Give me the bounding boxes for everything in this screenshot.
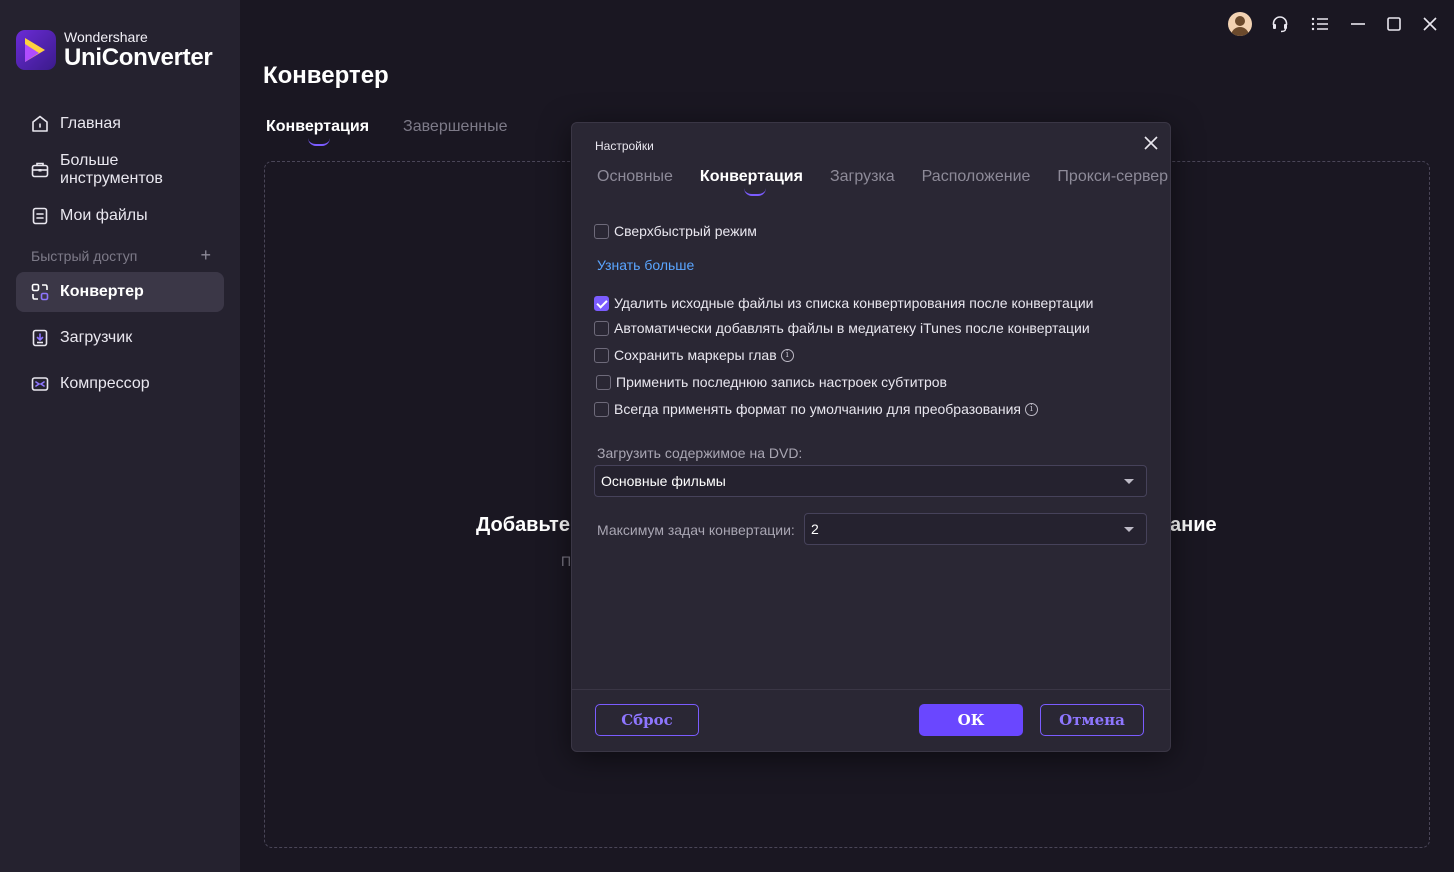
dvd-content-value: Основные фильмы (601, 473, 726, 489)
apply-subtitles-checkbox[interactable] (596, 374, 611, 390)
settings-dialog: Настройки Основные Конвертация Загрузка … (571, 122, 1171, 752)
quick-access-label: Быстрый доступ (31, 248, 138, 264)
max-tasks-select[interactable]: 2 (804, 513, 1147, 545)
sidebar: Wondershare UniConverter Главная Больше … (0, 0, 240, 872)
drop-title-right: ание (1170, 514, 1217, 536)
tab-converting[interactable]: Конвертация (266, 118, 369, 146)
sidebar-item-downloader[interactable]: Загрузчик (16, 318, 224, 358)
user-avatar[interactable] (1228, 12, 1252, 36)
sidebar-item-my-files[interactable]: Мои файлы (16, 196, 224, 236)
delete-sources-option[interactable]: Удалить исходные файлы из списка конверт… (594, 295, 1094, 311)
sidebar-item-label: Главная (60, 115, 121, 132)
uniconverter-logo-icon (16, 30, 56, 70)
main-tabs: Конвертация Завершенные (266, 118, 508, 146)
downloader-icon (30, 328, 50, 348)
tab-proxy[interactable]: Прокси-сервер (1057, 168, 1168, 186)
default-format-option[interactable]: Всегда применять формат по умолчанию для… (594, 401, 1038, 417)
dvd-label: Загрузить содержимое на DVD: (597, 445, 803, 461)
quick-access-header: Быстрый доступ + (31, 246, 211, 264)
converter-icon (30, 282, 50, 302)
info-icon[interactable]: i (780, 348, 794, 362)
home-icon (30, 114, 50, 134)
ultrafast-checkbox[interactable] (594, 223, 609, 239)
default-format-label: Всегда применять формат по умолчанию для… (614, 401, 1021, 417)
tab-general[interactable]: Основные (597, 168, 673, 186)
add-quick-access-icon[interactable]: + (200, 246, 211, 264)
sidebar-item-label: Мои файлы (60, 207, 148, 224)
ultrafast-option[interactable]: Сверхбыстрый режим (594, 223, 757, 239)
menu-list-icon[interactable] (1309, 12, 1331, 36)
sidebar-item-label: Загрузчик (60, 329, 133, 346)
delete-sources-label: Удалить исходные файлы из списка конверт… (614, 295, 1094, 311)
info-icon[interactable]: i (1024, 402, 1038, 416)
chevron-down-icon (1124, 479, 1134, 484)
reset-button[interactable]: Сброс (595, 704, 699, 736)
learn-more-link[interactable]: Узнать больше (597, 257, 694, 273)
max-tasks-value: 2 (811, 521, 819, 537)
apply-subtitles-option[interactable]: Применить последнюю запись настроек субт… (596, 374, 947, 390)
drop-title-left: Добавьте (476, 514, 570, 536)
page-title: Конвертер (263, 62, 389, 89)
ultrafast-label: Сверхбыстрый режим (614, 223, 757, 239)
maximize-icon[interactable] (1384, 12, 1404, 36)
dialog-title: Настройки (595, 139, 654, 153)
save-chapters-checkbox[interactable] (594, 347, 609, 363)
sidebar-item-more-tools[interactable]: Больше инструментов (16, 150, 224, 190)
toolbox-icon (30, 160, 50, 180)
dvd-content-select[interactable]: Основные фильмы (594, 465, 1147, 497)
minimize-icon[interactable] (1348, 12, 1368, 36)
add-itunes-option[interactable]: Автоматически добавлять файлы в медиатек… (594, 320, 1090, 336)
close-window-icon[interactable] (1420, 12, 1440, 36)
save-chapters-option[interactable]: Сохранить маркеры глав i (594, 347, 794, 363)
max-tasks-label: Максимум задач конвертации: (597, 522, 795, 538)
settings-tabs: Основные Конвертация Загрузка Расположен… (597, 168, 1168, 196)
compressor-icon (30, 374, 50, 394)
files-icon (30, 206, 50, 226)
sidebar-item-label: Больше инструментов (60, 152, 163, 187)
add-itunes-checkbox[interactable] (594, 320, 609, 336)
default-format-checkbox[interactable] (594, 401, 609, 417)
sidebar-item-converter[interactable]: Конвертер (16, 272, 224, 312)
add-itunes-label: Автоматически добавлять файлы в медиатек… (614, 320, 1090, 336)
chevron-down-icon (1124, 527, 1134, 532)
brand-name: UniConverter (64, 44, 213, 71)
sidebar-item-label: Конвертер (60, 283, 144, 300)
delete-sources-checkbox[interactable] (594, 295, 609, 311)
app-logo: Wondershare UniConverter (16, 29, 213, 71)
support-headset-icon[interactable] (1269, 12, 1291, 36)
cancel-button[interactable]: Отмена (1040, 704, 1144, 736)
dialog-divider (572, 689, 1170, 690)
sidebar-item-compressor[interactable]: Компрессор (16, 364, 224, 404)
ok-button[interactable]: ОК (919, 704, 1023, 736)
save-chapters-label: Сохранить маркеры глав (614, 347, 777, 363)
sidebar-item-home[interactable]: Главная (16, 104, 224, 144)
tab-location[interactable]: Расположение (922, 168, 1031, 186)
brand-small: Wondershare (64, 29, 148, 45)
tab-finished[interactable]: Завершенные (403, 118, 507, 136)
tab-download[interactable]: Загрузка (830, 168, 895, 186)
apply-subtitles-label: Применить последнюю запись настроек субт… (616, 374, 947, 390)
drop-subtitle: П (561, 553, 572, 569)
close-icon[interactable] (1142, 134, 1160, 152)
tab-conversion[interactable]: Конвертация (700, 168, 803, 196)
sidebar-item-label: Компрессор (60, 375, 150, 392)
